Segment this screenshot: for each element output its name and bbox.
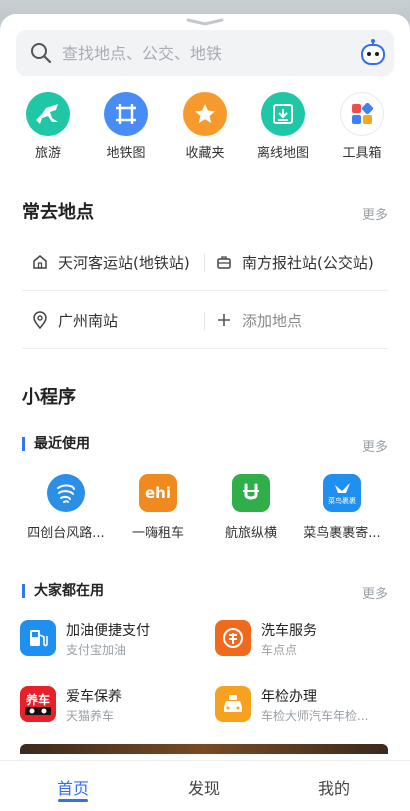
recent-item-label: 一嗨租车 — [131, 526, 184, 541]
plane-logo — [243, 483, 259, 500]
carwash-icon — [223, 628, 243, 648]
popular-item-title: 洗车服务 — [261, 623, 317, 639]
quick-action-label: 离线地图 — [256, 146, 309, 161]
quick-actions: 旅游 地铁图 收藏夹 离线地图 工具箱 — [0, 92, 410, 164]
divider — [204, 254, 205, 272]
quick-action-label: 旅游 — [34, 146, 61, 161]
quick-action-favorites[interactable]: 收藏夹 — [170, 92, 240, 161]
popular-item-title: 加油便捷支付 — [66, 623, 150, 639]
bottom-sheet: 旅游 地铁图 收藏夹 — [0, 14, 410, 810]
download-icon — [273, 104, 293, 124]
quick-action-toolbox[interactable]: 工具箱 — [327, 92, 397, 161]
drag-handle-icon[interactable] — [186, 18, 224, 26]
quick-action-metro-map[interactable]: 地铁图 — [91, 92, 161, 161]
add-place-label: 添加地点 — [242, 311, 303, 330]
recent-mini-programs: 四创台风路... ehi 一嗨租车 航旅纵横 菜鸟裹裹 菜鸟裹裹寄... — [0, 474, 410, 554]
promo-banner[interactable] — [20, 744, 388, 754]
popular-item-subtitle: 天猫养车 — [66, 709, 115, 723]
quick-action-label: 地铁图 — [106, 146, 146, 161]
popular-item-annual-inspection[interactable]: 年检办理 车检大师汽车年检... — [215, 686, 395, 726]
recent-item-hanglv[interactable]: 航旅纵横 — [203, 474, 299, 541]
popular-title: 大家都在用 — [22, 584, 104, 598]
ehi-logo: ehi — [145, 484, 171, 502]
cainiao-logo-text: 菜鸟裹裹 — [328, 497, 356, 505]
frequent-more-link[interactable]: 更多 — [362, 204, 388, 223]
recent-more-link[interactable]: 更多 — [362, 436, 388, 455]
recent-item-ehi[interactable]: ehi 一嗨租车 — [110, 474, 206, 541]
quick-action-label: 收藏夹 — [185, 146, 225, 161]
robot-assistant-icon[interactable] — [358, 38, 388, 68]
popular-item-title: 年检办理 — [261, 689, 317, 705]
car-wheels-icon — [25, 707, 51, 715]
popular-item-car-maintenance[interactable]: 养车 爱车保养 天猫养车 — [20, 686, 200, 726]
metro-icon — [116, 104, 136, 124]
add-place-button[interactable]: 添加地点 — [216, 292, 302, 348]
place-tianhe-station[interactable]: 天河客运站(地铁站) — [32, 234, 190, 290]
star-icon — [195, 104, 215, 123]
horse-icon — [36, 104, 58, 124]
plus-icon — [218, 314, 230, 326]
fuel-icon — [30, 630, 48, 647]
popular-more-link[interactable]: 更多 — [362, 583, 388, 602]
place-label: 天河客运站(地铁站) — [58, 253, 190, 272]
quick-action-label: 工具箱 — [342, 146, 382, 161]
search-icon — [31, 43, 52, 64]
home-icon — [33, 255, 47, 269]
recent-item-label: 航旅纵横 — [224, 526, 277, 541]
tab-profile[interactable]: 我的 — [294, 775, 374, 799]
popular-item-subtitle: 车点点 — [261, 643, 298, 657]
bottom-tab-bar: 首页 发现 我的 — [0, 760, 410, 811]
tab-home[interactable]: 首页 — [33, 775, 113, 799]
place-label: 南方报社站(公交站) — [242, 253, 374, 272]
popular-item-title: 爱车保养 — [66, 689, 122, 705]
popular-item-carwash[interactable]: 洗车服务 车点点 — [215, 620, 395, 660]
place-guangzhou-south[interactable]: 广州南站 — [32, 292, 118, 348]
recent-item-cainiao[interactable]: 菜鸟裹裹 菜鸟裹裹寄... — [294, 474, 390, 541]
recent-item-typhoon[interactable]: 四创台风路... — [18, 474, 114, 541]
tab-discover[interactable]: 发现 — [164, 775, 244, 799]
recent-item-label: 菜鸟裹裹寄... — [303, 526, 381, 541]
search-bar[interactable] — [16, 30, 394, 76]
location-pin-icon — [33, 311, 47, 329]
active-tab-indicator — [58, 799, 88, 802]
briefcase-icon — [217, 256, 231, 269]
frequent-row: 广州南站 添加地点 — [22, 292, 388, 349]
place-label: 广州南站 — [58, 311, 119, 330]
cainiao-logo — [335, 483, 350, 493]
quick-action-travel[interactable]: 旅游 — [13, 92, 83, 161]
mini-programs-title: 小程序 — [22, 387, 76, 408]
inspection-icon — [224, 695, 242, 712]
popular-item-subtitle: 车检大师汽车年检... — [261, 709, 369, 723]
frequent-places-title: 常去地点 — [22, 202, 94, 223]
typhoon-icon — [57, 484, 75, 503]
popular-item-subtitle: 支付宝加油 — [66, 643, 127, 657]
quick-action-offline-map[interactable]: 离线地图 — [248, 92, 318, 161]
divider — [204, 312, 205, 330]
tmall-car-icon: 养车 — [25, 693, 50, 707]
recent-used-title: 最近使用 — [22, 437, 90, 451]
frequent-row: 天河客运站(地铁站) 南方报社站(公交站) — [22, 234, 388, 291]
popular-item-fuel-pay[interactable]: 加油便捷支付 支付宝加油 — [20, 620, 200, 660]
search-input[interactable] — [60, 42, 344, 64]
recent-item-label: 四创台风路... — [27, 526, 105, 541]
place-nanfang-bus-stop[interactable]: 南方报社站(公交站) — [216, 234, 374, 290]
toolbox-icon — [352, 102, 374, 124]
